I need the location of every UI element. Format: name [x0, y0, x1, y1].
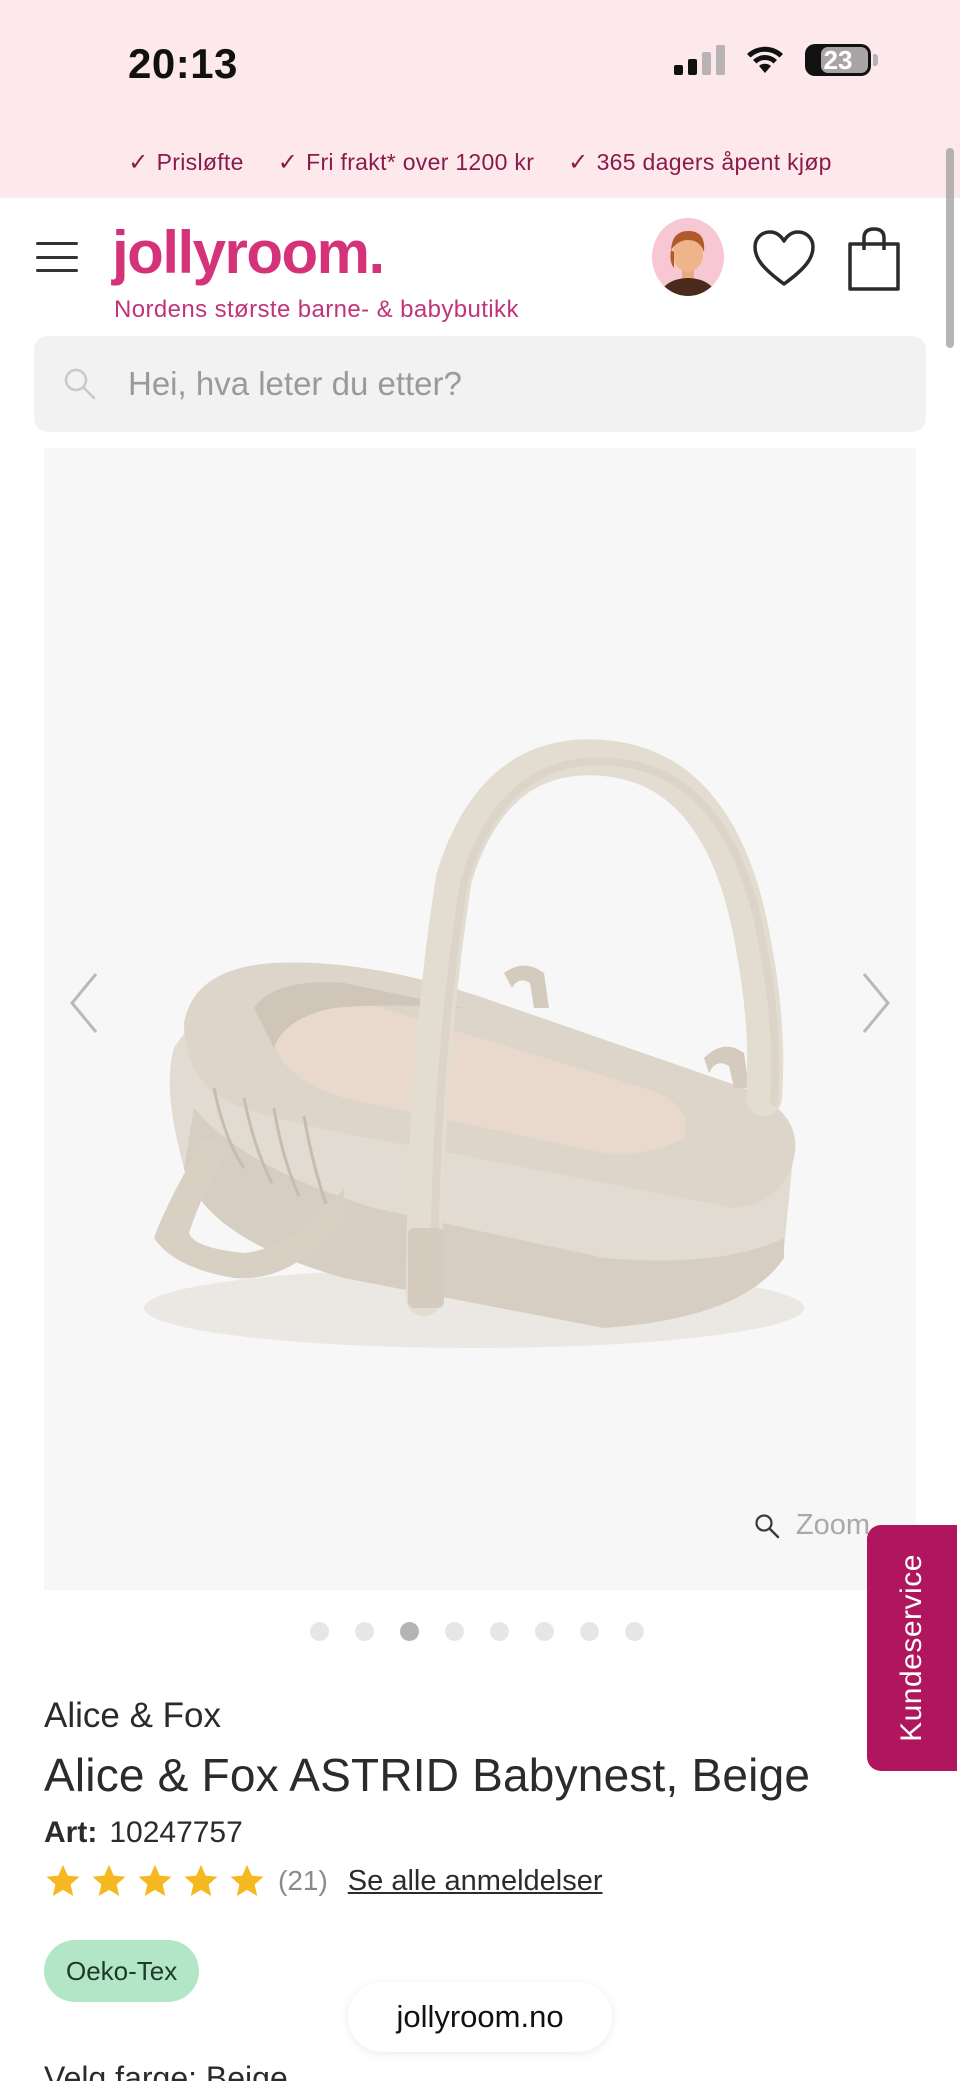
gallery-pagination — [0, 1622, 960, 1641]
page-scrollbar[interactable] — [946, 148, 954, 348]
usp-label: Fri frakt* over 1200 kr — [306, 149, 535, 175]
zoom-label: Zoom — [795, 1509, 870, 1541]
wishlist-heart-icon[interactable] — [752, 228, 816, 290]
search-bar[interactable] — [34, 336, 926, 432]
pagination-dot[interactable] — [625, 1622, 644, 1641]
zoom-button[interactable]: Zoom — [754, 1509, 870, 1542]
checkmark-icon: ✓ — [128, 149, 149, 176]
cart-bag-icon[interactable] — [846, 226, 902, 292]
cellular-signal-icon — [674, 45, 725, 75]
menu-icon[interactable] — [36, 242, 78, 272]
next-image-arrow-icon[interactable] — [856, 968, 896, 1038]
article-number-label: Art: — [44, 1816, 98, 1849]
usp-item: ✓ Fri frakt* over 1200 kr — [278, 148, 534, 177]
pagination-dot[interactable] — [355, 1622, 374, 1641]
magnifier-icon — [755, 1513, 780, 1538]
site-tagline: Nordens største barne- & babybutikk — [114, 296, 519, 323]
previous-image-arrow-icon[interactable] — [64, 968, 104, 1038]
product-image-gallery[interactable]: Zoom — [44, 448, 916, 1590]
product-image-babynest[interactable] — [44, 448, 916, 1590]
battery-percent: 23 — [823, 44, 853, 75]
product-rating[interactable]: (21) Se alle anmeldelser — [44, 1862, 603, 1900]
product-title: Alice & Fox ASTRID Babynest, Beige — [44, 1749, 811, 1801]
usp-item: ✓ Prisløfte — [128, 148, 243, 177]
star-icon — [92, 1864, 126, 1897]
usp-item: ✓ 365 dagers åpent kjøp — [568, 148, 832, 177]
article-number: Art: 10247757 — [44, 1816, 243, 1850]
usp-label: 365 dagers åpent kjøp — [596, 149, 832, 175]
certification-badge: Oeko-Tex — [44, 1940, 200, 2002]
site-logo[interactable]: jollyroom. — [112, 218, 385, 287]
search-icon — [64, 368, 96, 400]
status-icons: 23 — [674, 44, 878, 76]
star-icon — [184, 1864, 218, 1897]
star-icon — [46, 1864, 80, 1897]
product-brand-link[interactable]: Alice & Fox — [44, 1696, 221, 1736]
wifi-icon — [747, 46, 783, 73]
rating-count: (21) — [278, 1865, 328, 1896]
browser-url-pill[interactable]: jollyroom.no — [348, 1982, 612, 2052]
customer-service-label: Kundeservice — [895, 1554, 928, 1742]
star-icon — [138, 1864, 172, 1897]
pagination-dot[interactable] — [445, 1622, 464, 1641]
battery-icon: 23 — [805, 44, 871, 76]
pagination-dot[interactable] — [535, 1622, 554, 1641]
status-time: 20:13 — [128, 40, 238, 87]
search-input[interactable] — [128, 365, 888, 403]
see-all-reviews-link[interactable]: Se alle anmeldelser — [348, 1865, 603, 1898]
checkmark-icon: ✓ — [568, 149, 589, 176]
customer-service-tab[interactable]: Kundeservice — [867, 1525, 957, 1771]
pagination-dot-active[interactable] — [400, 1622, 419, 1641]
usp-label: Prisløfte — [156, 149, 244, 175]
usp-strip: ✓ Prisløfte ✓ Fri frakt* over 1200 kr ✓ … — [0, 148, 960, 177]
top-banner: 20:13 23 ✓ Prisløfte ✓ Fri frakt* over 1… — [0, 0, 960, 198]
star-icon — [230, 1864, 264, 1897]
pagination-dot[interactable] — [580, 1622, 599, 1641]
checkmark-icon: ✓ — [277, 149, 299, 176]
article-number-value: 10247757 — [109, 1816, 243, 1849]
account-avatar[interactable] — [652, 218, 724, 296]
pagination-dot[interactable] — [490, 1622, 509, 1641]
color-selector-label: Velg farge: Beige — [44, 2060, 288, 2081]
pagination-dot[interactable] — [310, 1622, 329, 1641]
